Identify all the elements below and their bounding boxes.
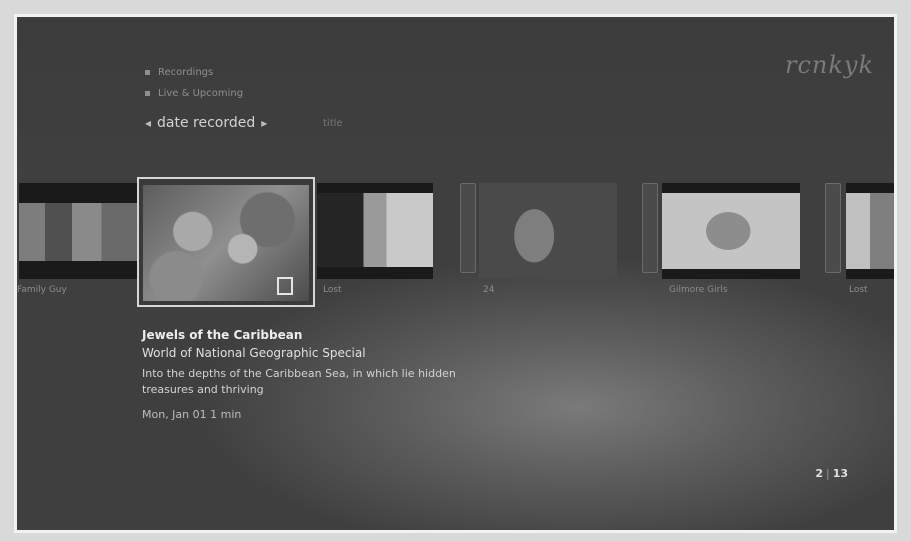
recording-thumbnail[interactable] bbox=[846, 183, 894, 279]
recording-details: Jewels of the Caribbean World of Nationa… bbox=[142, 327, 462, 421]
page-separator: | bbox=[825, 467, 830, 480]
right-arrow-icon[interactable]: ▸ bbox=[261, 116, 267, 130]
thumbnail-label: Lost bbox=[323, 285, 342, 295]
square-bullet-icon bbox=[145, 90, 150, 96]
page-total: 13 bbox=[832, 467, 848, 480]
focus-indicator-icon bbox=[277, 277, 293, 295]
page-current: 2 bbox=[815, 467, 823, 480]
thumbnail-label: 24 bbox=[483, 285, 495, 295]
square-bullet-icon bbox=[145, 69, 150, 75]
recording-title: Jewels of the Caribbean bbox=[142, 328, 303, 342]
recording-thumbnail[interactable] bbox=[479, 183, 617, 279]
menu-item-recordings[interactable]: Recordings bbox=[145, 67, 213, 78]
sort-alternative-label[interactable]: title bbox=[323, 118, 343, 129]
page-indicator: 2 | 13 bbox=[815, 467, 848, 480]
thumbnail-image bbox=[479, 183, 617, 279]
thumbnail-image bbox=[317, 193, 433, 267]
recording-thumbnail[interactable] bbox=[662, 183, 800, 279]
recordings-carousel: Family Guy Lost 24 Gilmore Girls Lost bbox=[17, 177, 894, 317]
thumbnail-image bbox=[846, 193, 894, 269]
recording-thumbnail[interactable] bbox=[19, 183, 137, 279]
thumbnail-label: Gilmore Girls bbox=[669, 285, 728, 295]
menu-item-label: Recordings bbox=[158, 67, 214, 78]
left-arrow-icon[interactable]: ◂ bbox=[145, 116, 151, 130]
sort-selector[interactable]: ◂ date recorded ▸ bbox=[139, 115, 273, 131]
sort-label: date recorded bbox=[157, 115, 256, 131]
thumbnail-label: Lost bbox=[849, 285, 868, 295]
thumbnail-image bbox=[19, 203, 137, 261]
recording-subtitle: World of National Geographic Special bbox=[142, 346, 366, 360]
recording-description: Into the depths of the Caribbean Sea, in… bbox=[142, 367, 456, 396]
recording-thumbnail[interactable] bbox=[317, 183, 433, 279]
brand-logo: rcnkyk bbox=[784, 51, 874, 79]
recording-thumbnail-selected[interactable] bbox=[137, 177, 315, 307]
menu-item-live-upcoming[interactable]: Live & Upcoming bbox=[145, 88, 243, 99]
folder-spine-icon[interactable] bbox=[642, 183, 658, 273]
folder-spine-icon[interactable] bbox=[825, 183, 841, 273]
thumbnail-image bbox=[662, 193, 800, 269]
recording-meta: Mon, Jan 01 1 min bbox=[142, 408, 242, 421]
folder-spine-icon[interactable] bbox=[460, 183, 476, 273]
thumbnail-label: Family Guy bbox=[17, 285, 67, 295]
media-center-screen: Recordings Live & Upcoming ◂ date recorde… bbox=[14, 14, 897, 533]
menu-item-label: Live & Upcoming bbox=[158, 88, 244, 99]
